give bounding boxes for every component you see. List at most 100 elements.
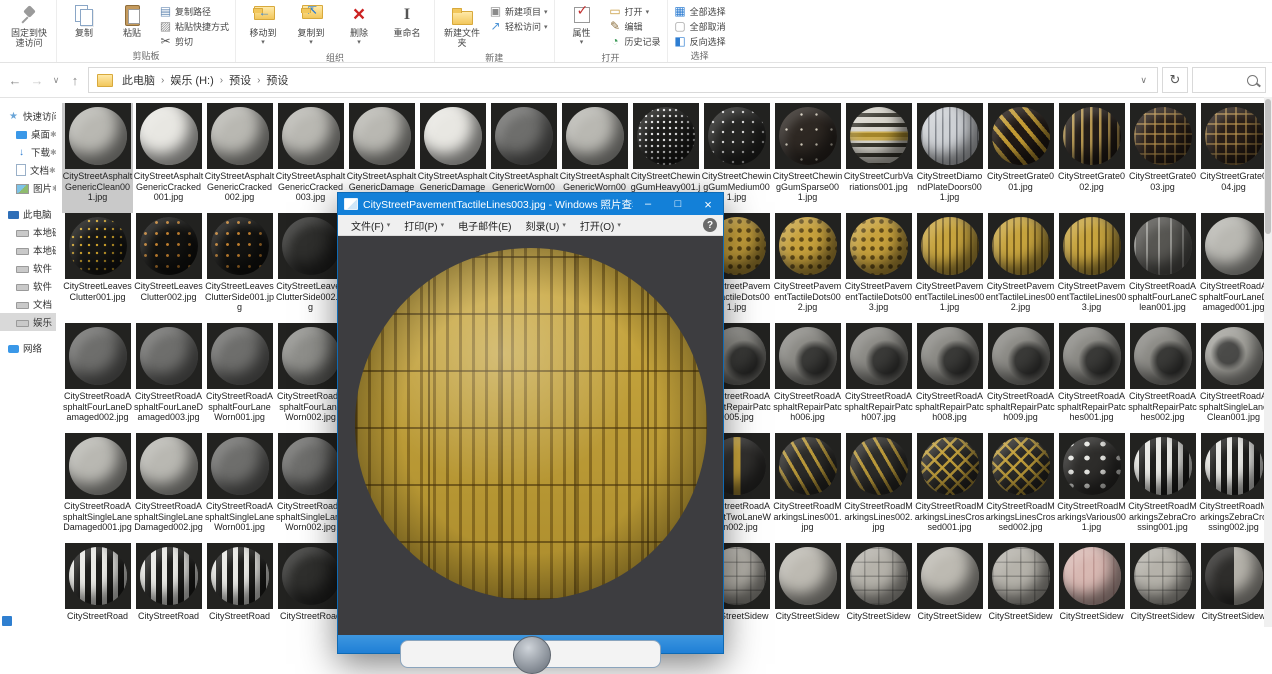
file-item[interactable]: CityStreetRoad [133,543,204,627]
forward-button[interactable]: → [28,73,46,88]
file-item[interactable]: CityStreetRoadAsphaltRepairPatch007.jpg [843,323,914,433]
file-item[interactable]: CityStreetPavementTactileDots003.jpg [843,213,914,323]
file-item[interactable]: CityStreetPavementTactileLines003.jpg [1056,213,1127,323]
viewer-menu-o[interactable]: 打开(O)▾ [573,215,628,235]
file-item[interactable]: CityStreetRoadAsphaltSingleLaneDamaged00… [133,433,204,543]
file-item[interactable]: CityStreetRoadAsphaltRepairPatch009.jpg [985,323,1056,433]
viewer-menu-f[interactable]: 文件(F)▾ [344,215,397,235]
file-item[interactable]: CityStreetRoad [62,543,133,627]
up-button[interactable]: ↑ [66,73,84,88]
paste-button[interactable]: 粘贴 [109,2,155,40]
file-item[interactable]: CityStreetAsphaltGenericCracked003.jpg [275,103,346,213]
file-item[interactable]: CityStreetDiamondPlateDoors001.jpg [914,103,985,213]
file-item[interactable]: CityStreetAsphaltGenericCracked001.jpg [133,103,204,213]
file-item[interactable]: CityStreetRoadAsphaltRepairPatch006.jpg [772,323,843,433]
sidebar-item-download[interactable]: ↓下载✱ [0,143,56,161]
help-icon[interactable]: ? [703,218,717,232]
sidebar-item-document[interactable]: 文档✱ [0,161,56,179]
sidebar-item-drive[interactable]: 本地磁盘 [0,223,56,241]
viewer-menu-e[interactable]: 电子邮件(E) [451,215,518,235]
file-item[interactable]: CityStreetRoadAsphaltRepairPatches001.jp… [1056,323,1127,433]
move-to-button[interactable]: 移动到▾ [240,2,286,50]
file-item[interactable]: CityStreetRoadAsphaltFourLaneWorn001.jpg [204,323,275,433]
file-item[interactable]: CityStreetRoad [204,543,275,627]
sidebar-item-drive[interactable]: 本地磁盘 [0,241,56,259]
file-item[interactable]: CityStreetGrate004.jpg [1198,103,1269,213]
breadcrumb-segment[interactable]: 预设 [224,72,256,88]
minimize-button[interactable]: – [633,193,663,215]
copy-to-button[interactable]: 复制到▾ [288,2,334,50]
pin-to-quick-access-button[interactable]: 固定到快速访问 [6,2,52,50]
new-folder-button[interactable]: 新建文件夹 [439,2,485,50]
file-item[interactable]: CityStreetRoadMarkingsLines002.jpg [843,433,914,543]
history-button[interactable]: ◔ 历史记录 [607,35,663,48]
file-item[interactable]: CityStreetRoadMarkingsVarious001.jpg [1056,433,1127,543]
address-dropdown-icon[interactable]: ∨ [1134,75,1153,86]
sidebar-item-star[interactable]: ★快速访问 [0,107,56,125]
file-item[interactable]: CityStreetRoadAsphaltRepairPatches002.jp… [1127,323,1198,433]
select-all-button[interactable]: ▦ 全部选择 [672,5,728,18]
back-button[interactable]: ← [6,73,24,88]
breadcrumb-segment[interactable]: 娱乐 (H:) [165,72,218,88]
file-item[interactable]: CityStreetRoadAsphaltFourLaneDamaged001.… [1198,213,1269,323]
file-item[interactable]: CityStreetRoadAsphaltSingleLaneDamaged00… [62,433,133,543]
delete-button[interactable]: × 删除▾ [336,2,382,50]
paste-shortcut-button[interactable]: ▨ 粘贴快捷方式 [157,20,231,33]
refresh-button[interactable]: ↻ [1162,67,1188,93]
file-item[interactable]: CityStreetPavementTactileDots002.jpg [772,213,843,323]
file-item[interactable]: CityStreetGrate003.jpg [1127,103,1198,213]
file-item[interactable]: CityStreetLeavesClutterSide001.jpg [204,213,275,323]
file-item[interactable]: CityStreetRoadAsphaltSingleLaneClean001.… [1198,323,1269,433]
file-item[interactable]: CityStreetAsphaltGenericClean001.jpg [62,103,133,213]
breadcrumb[interactable]: 此电脑›娱乐 (H:)›预设›预设 ∨ [88,67,1158,93]
viewer-menu-p[interactable]: 打印(P)▾ [397,215,451,235]
open-button[interactable]: ▭ 打开▾ [607,5,663,18]
file-item[interactable]: CityStreetSidew [1127,543,1198,627]
sidebar-item-desktop[interactable]: 桌面✱ [0,125,56,143]
search-input[interactable] [1192,67,1266,93]
file-item[interactable]: CityStreetPavementTactileLines001.jpg [914,213,985,323]
sidebar-item-pictures[interactable]: 图片✱ [0,179,56,197]
file-item[interactable]: CityStreetGrate001.jpg [985,103,1056,213]
file-item[interactable]: CityStreetSidew [772,543,843,627]
recent-locations-button[interactable]: ∨ [50,75,62,86]
file-item[interactable]: CityStreetSidew [914,543,985,627]
file-item[interactable]: CityStreetSidew [1198,543,1269,627]
rename-button[interactable]: I 重命名 [384,2,430,40]
next-photo-button[interactable] [513,636,551,674]
file-item[interactable]: CityStreetCurbVariations001.jpg [843,103,914,213]
file-item[interactable]: CityStreetSidew [843,543,914,627]
viewer-titlebar[interactable]: CityStreetPavementTactileLines003.jpg - … [338,193,723,215]
close-button[interactable]: × [693,193,723,215]
maximize-button[interactable]: □ [663,193,693,215]
file-item[interactable]: CityStreetRoadAsphaltSingleLaneWorn001.j… [204,433,275,543]
file-item[interactable]: CityStreetSidew [1056,543,1127,627]
easy-access-button[interactable]: ↗ 轻松访问▾ [487,20,550,33]
select-none-button[interactable]: ▢ 全部取消 [672,20,728,33]
vertical-scrollbar[interactable] [1264,97,1272,627]
file-item[interactable]: CityStreetGrate002.jpg [1056,103,1127,213]
breadcrumb-segment[interactable]: 此电脑 [117,72,160,88]
sidebar-item-drive[interactable]: 娱乐 [0,313,56,331]
file-item[interactable]: CityStreetLeavesClutter002.jpg [133,213,204,323]
file-item[interactable]: CityStreetPavementTactileLines002.jpg [985,213,1056,323]
copy-button[interactable]: 复制 [61,2,107,40]
file-item[interactable]: CityStreetChewingGumSparse001.jpg [772,103,843,213]
file-item[interactable]: CityStreetRoadAsphaltRepairPatch008.jpg [914,323,985,433]
sidebar-item-drive[interactable]: 文档 [0,295,56,313]
sidebar-item-computer[interactable]: 此电脑 [0,205,56,223]
file-item[interactable]: CityStreetRoadMarkingsLinesCrossed002.jp… [985,433,1056,543]
file-item[interactable]: CityStreetLeavesClutter001.jpg [62,213,133,323]
copy-path-button[interactable]: ▤ 复制路径 [157,5,231,18]
file-item[interactable]: CityStreetRoadMarkingsZebraCrossing002.j… [1198,433,1269,543]
cut-button[interactable]: ✂ 剪切 [157,35,231,48]
breadcrumb-segment[interactable]: 预设 [261,72,293,88]
file-item[interactable]: CityStreetAsphaltGenericCracked002.jpg [204,103,275,213]
new-item-button[interactable]: ▣ 新建项目▾ [487,5,550,18]
file-item[interactable]: CityStreetRoadAsphaltFourLaneClean001.jp… [1127,213,1198,323]
file-item[interactable]: CityStreetRoadAsphaltFourLaneWorn002.jpg [275,323,346,433]
properties-button[interactable]: 属性▾ [559,2,605,50]
file-item[interactable]: CityStreetRoadMarkingsLines001.jpg [772,433,843,543]
file-item[interactable]: CityStreetLeavesClutterSide002.jpg [275,213,346,323]
sidebar-item-drive[interactable]: 软件 [0,277,56,295]
